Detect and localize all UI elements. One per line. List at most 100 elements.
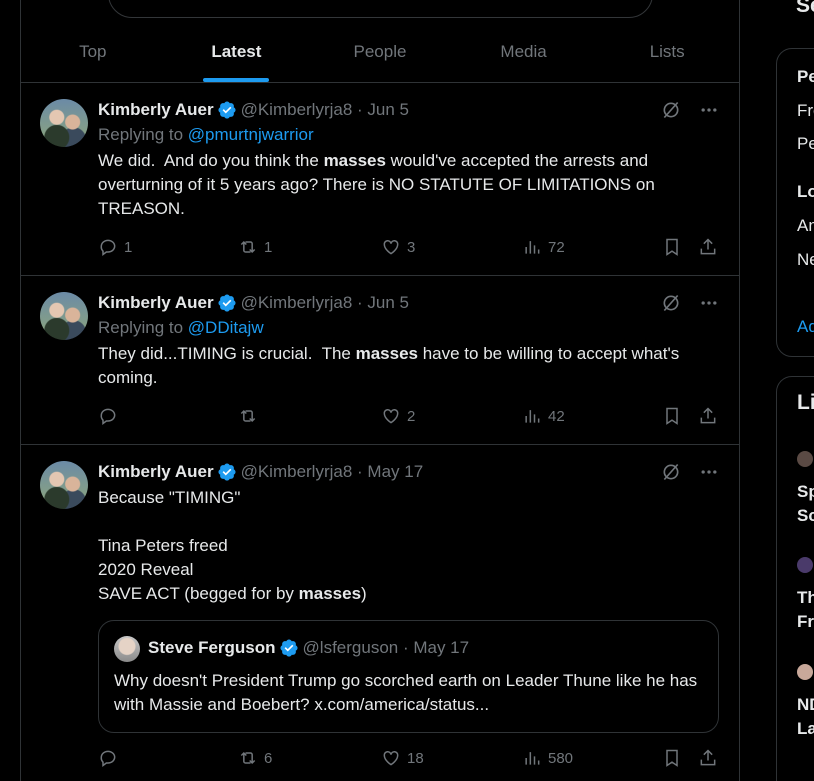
share-button[interactable] <box>698 237 718 257</box>
filter-option[interactable]: Ne <box>797 250 814 270</box>
reply-icon <box>100 408 116 425</box>
text-part: ) <box>361 584 367 603</box>
view-count: 72 <box>548 238 565 256</box>
reply-prefix: Replying to <box>98 318 188 337</box>
repost-count: 6 <box>264 749 273 767</box>
avatar[interactable] <box>40 99 88 147</box>
text-part: They did...TIMING is crucial. The <box>98 344 356 363</box>
views-button[interactable]: 580 <box>522 748 573 768</box>
grok-icon[interactable] <box>661 100 681 120</box>
text-part: Because "TIMING" Tina Peters freed 2020 … <box>98 488 294 603</box>
tab-people[interactable]: People <box>308 22 452 82</box>
tab-media[interactable]: Media <box>452 22 596 82</box>
advanced-search-link[interactable]: Ad <box>797 317 814 337</box>
list-name[interactable]: Sp <box>797 482 814 502</box>
repost-button[interactable]: 1 <box>238 237 272 257</box>
tweet-actions: 6 18 580 <box>98 748 722 772</box>
reply-count: 1 <box>124 238 133 256</box>
view-count: 580 <box>548 749 574 767</box>
list-avatar[interactable] <box>797 664 813 680</box>
reply-button[interactable]: 1 <box>98 237 132 257</box>
avatar[interactable] <box>40 292 88 340</box>
like-count: 18 <box>407 749 424 767</box>
more-icon[interactable] <box>699 100 719 120</box>
avatar[interactable] <box>114 636 140 662</box>
quoted-author-handle-date: @lsferguson · May 17 <box>302 638 470 657</box>
list-name[interactable]: Sc <box>797 506 814 526</box>
filter-people-heading: Pe <box>797 67 814 86</box>
like-count: 3 <box>407 238 416 256</box>
sidebar-heading: Se <box>796 0 814 17</box>
tab-label: Latest <box>211 42 262 61</box>
list-avatar[interactable] <box>797 451 813 467</box>
bookmark-button[interactable] <box>662 237 682 257</box>
search-input[interactable] <box>108 0 653 18</box>
bookmark-button[interactable] <box>662 748 682 768</box>
tab-top[interactable]: Top <box>21 22 165 82</box>
like-button[interactable]: 3 <box>381 237 415 257</box>
reply-to-link[interactable]: @DDitajw <box>188 318 264 337</box>
verified-badge-icon <box>280 639 298 657</box>
quoted-author-name: Steve Ferguson <box>148 638 276 657</box>
reply-button[interactable] <box>98 406 124 426</box>
reply-prefix: Replying to <box>98 125 188 144</box>
filter-location-heading: Lo <box>797 182 814 201</box>
tweet[interactable]: Kimberly Auer @Kimberlyrja8 · Jun 5 Repl… <box>21 277 739 445</box>
tweet[interactable]: Kimberly Auer @Kimberlyrja8 · May 17 Bec… <box>21 446 739 781</box>
filter-option[interactable]: An <box>797 216 814 236</box>
heart-icon <box>383 750 399 766</box>
tab-lists[interactable]: Lists <box>595 22 739 82</box>
grok-icon[interactable] <box>661 293 681 313</box>
tab-latest[interactable]: Latest <box>165 22 309 82</box>
share-icon <box>700 749 716 766</box>
bookmark-button[interactable] <box>662 406 682 426</box>
like-count: 2 <box>407 407 416 425</box>
list-avatar[interactable] <box>797 557 813 573</box>
avatar[interactable] <box>40 461 88 509</box>
author-name[interactable]: Kimberly Auer <box>98 100 214 120</box>
reply-button[interactable] <box>98 748 124 768</box>
filter-option[interactable]: Pe <box>797 134 814 154</box>
reply-to-link[interactable]: @pmurtnjwarrior <box>188 125 314 144</box>
tweet[interactable]: Kimberly Auer @Kimberlyrja8 · Jun 5 Repl… <box>21 84 739 276</box>
grok-icon[interactable] <box>661 462 681 482</box>
list-name[interactable]: Fra <box>797 612 814 632</box>
list-name[interactable]: La <box>797 719 814 739</box>
bookmark-icon <box>666 749 678 767</box>
filter-option[interactable]: Fro <box>797 101 814 121</box>
list-name[interactable]: Th <box>797 588 814 608</box>
text-part: We did. And do you think the <box>98 151 324 170</box>
share-button[interactable] <box>698 748 718 768</box>
heart-icon <box>383 408 399 424</box>
tab-label: Lists <box>649 42 685 61</box>
views-button[interactable]: 72 <box>522 237 565 257</box>
views-icon <box>525 410 540 423</box>
author-name[interactable]: Kimberly Auer <box>98 293 214 313</box>
share-button[interactable] <box>698 406 718 426</box>
like-button[interactable]: 18 <box>381 748 424 768</box>
repost-button[interactable] <box>238 406 264 426</box>
lists-heading: Li <box>797 391 814 414</box>
verified-badge-icon <box>218 294 236 312</box>
heart-icon <box>383 239 399 255</box>
like-button[interactable]: 2 <box>381 406 415 426</box>
author-handle-date[interactable]: @Kimberlyrja8 · Jun 5 <box>241 100 409 120</box>
tab-label: Media <box>500 42 547 61</box>
verified-badge-icon <box>218 463 236 481</box>
repost-button[interactable]: 6 <box>238 748 272 768</box>
more-icon[interactable] <box>699 462 719 482</box>
more-icon[interactable] <box>699 293 719 313</box>
text-highlight: masses <box>323 151 386 170</box>
replying-to: Replying to @pmurtnjwarrior <box>98 125 314 145</box>
views-button[interactable]: 42 <box>522 406 565 426</box>
active-tab-indicator <box>203 78 270 82</box>
right-sidebar: Se Pe Fro Pe Lo An Ne Ad Li Sp Sc Th Fra… <box>776 0 814 781</box>
tab-label: Top <box>79 42 107 61</box>
text-highlight: masses <box>355 344 418 363</box>
author-name[interactable]: Kimberly Auer <box>98 462 214 482</box>
author-handle-date[interactable]: @Kimberlyrja8 · May 17 <box>241 462 424 482</box>
lists-panel: Li Sp Sc Th Fra ND La <box>776 376 814 781</box>
list-name[interactable]: ND <box>797 695 814 715</box>
quoted-tweet[interactable]: Steve Ferguson @lsferguson · May 17 Why … <box>98 620 719 733</box>
author-handle-date[interactable]: @Kimberlyrja8 · Jun 5 <box>241 293 409 313</box>
